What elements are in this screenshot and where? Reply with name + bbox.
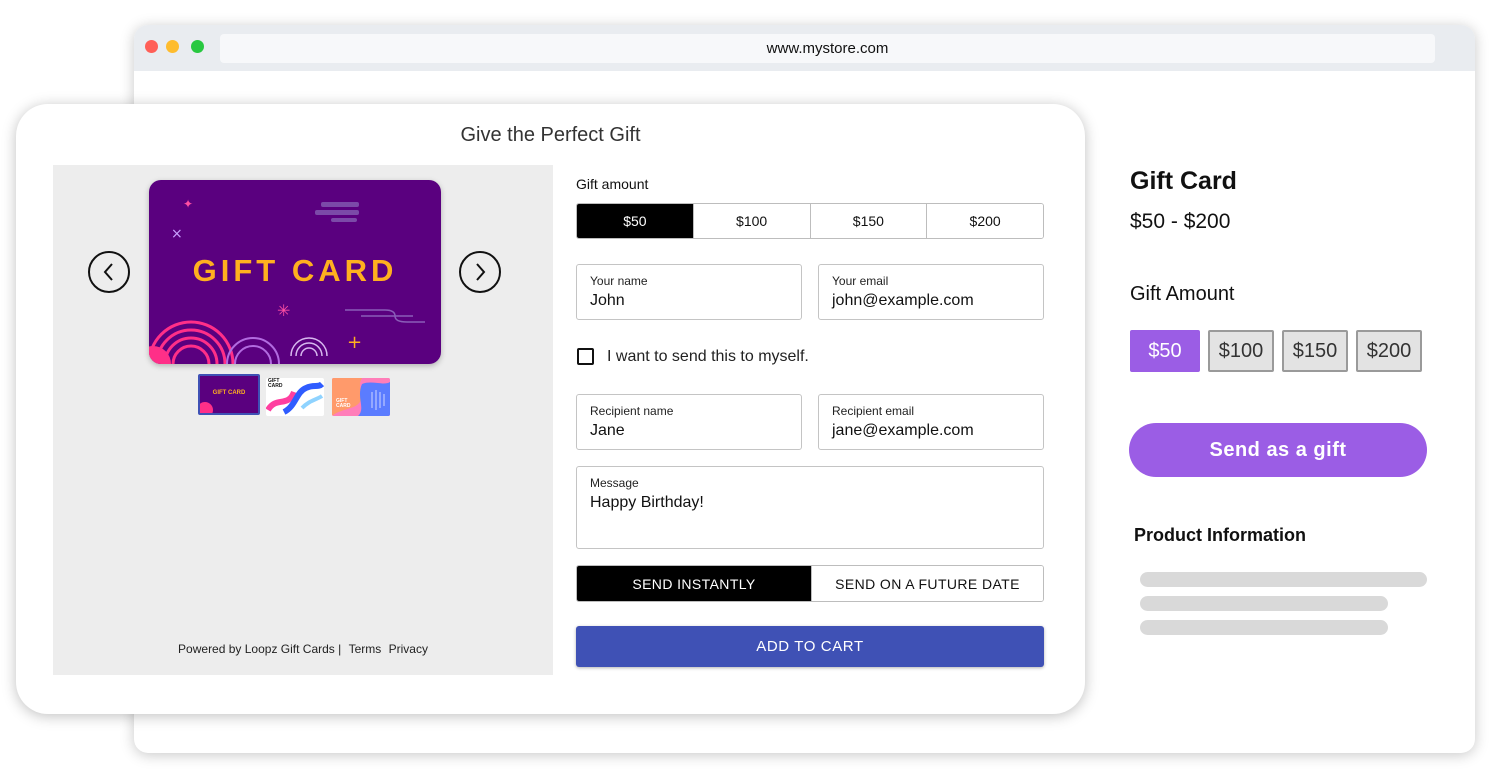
thumbnail-image [266, 381, 324, 415]
thumbnail-wave-design[interactable]: GIFT CARD [266, 378, 324, 416]
your-email-value: john@example.com [832, 292, 974, 309]
thumbnail-image: GIFT CARD [200, 379, 255, 413]
your-name-label: Your name [590, 274, 648, 288]
placeholder-line [1140, 572, 1427, 587]
delivery-time-selector: SEND INSTANTLY SEND ON A FUTURE DATE [576, 565, 1044, 602]
browser-toolbar: www.mystore.com [134, 25, 1475, 71]
product-price-range: $50 - $200 [1130, 210, 1231, 233]
close-window-icon[interactable] [145, 40, 158, 53]
gift-card-label: GIFT CARD [192, 253, 398, 288]
placeholder-line [1140, 620, 1388, 635]
previous-design-button[interactable] [88, 251, 130, 293]
thumbnail-colorful-design[interactable]: GIFT CARD [332, 378, 390, 416]
gift-amount-heading: Gift Amount [1130, 283, 1235, 305]
thumbnail-image [332, 378, 390, 416]
product-title: Gift Card [1130, 167, 1237, 195]
recipient-name-value: Jane [590, 422, 625, 439]
gift-card-widget: Give the Perfect Gift ✦ × ✳ + GIFT CARD … [16, 104, 1085, 714]
thumbnail-label: GIFT CARD [336, 398, 351, 409]
amount-tab-200[interactable]: $200 [926, 204, 1043, 238]
thumbnail-purple-design[interactable]: GIFT CARD [198, 374, 260, 415]
send-future-date-option[interactable]: SEND ON A FUTURE DATE [811, 566, 1043, 601]
message-label: Message [590, 476, 639, 490]
amount-option-50[interactable]: $50 [1130, 330, 1200, 372]
add-to-cart-button[interactable]: ADD TO CART [576, 626, 1044, 667]
gift-amount-options: $50 $100 $150 $200 [1130, 330, 1422, 372]
amount-option-200[interactable]: $200 [1356, 330, 1422, 372]
gift-amount-selector: $50 $100 $150 $200 [576, 203, 1044, 239]
message-value: Happy Birthday! [590, 494, 704, 511]
card-preview-panel: ✦ × ✳ + GIFT CARD GIFT CARD GIFT CARD GI… [53, 165, 553, 675]
thumbnail-decoration [200, 402, 213, 413]
send-as-gift-button[interactable]: Send as a gift [1129, 423, 1427, 477]
footer-links: Powered by Loopz Gift Cards | Terms Priv… [53, 642, 553, 656]
recipient-name-label: Recipient name [590, 404, 674, 418]
amount-option-150[interactable]: $150 [1282, 330, 1348, 372]
your-name-value: John [590, 292, 625, 309]
gift-amount-label: Gift amount [576, 176, 649, 192]
recipient-email-label: Recipient email [832, 404, 915, 418]
send-to-myself-label[interactable]: I want to send this to myself. [607, 348, 809, 366]
message-textarea[interactable]: Message Happy Birthday! [576, 466, 1044, 549]
powered-by-text: Powered by Loopz Gift Cards | [178, 642, 342, 656]
svg-text:✳: ✳ [277, 301, 290, 320]
your-email-label: Your email [832, 274, 889, 288]
your-email-field[interactable]: Your email john@example.com [818, 264, 1044, 320]
next-design-button[interactable] [459, 251, 501, 293]
product-information-heading: Product Information [1134, 525, 1306, 545]
maximize-window-icon[interactable] [191, 40, 204, 53]
placeholder-line [1140, 596, 1388, 611]
your-name-field[interactable]: Your name John [576, 264, 802, 320]
minimize-window-icon[interactable] [166, 40, 179, 53]
send-instantly-option[interactable]: SEND INSTANTLY [577, 566, 811, 601]
address-bar[interactable]: www.mystore.com [220, 34, 1435, 63]
svg-text:✦: ✦ [183, 197, 193, 211]
terms-link[interactable]: Terms [349, 642, 382, 656]
widget-title: Give the Perfect Gift [460, 124, 641, 146]
gift-card-image: ✦ × ✳ + GIFT CARD [149, 180, 441, 364]
send-to-myself-checkbox[interactable] [577, 348, 594, 365]
privacy-link[interactable]: Privacy [389, 642, 428, 656]
amount-tab-100[interactable]: $100 [692, 204, 810, 238]
chevron-right-icon [476, 263, 486, 281]
svg-text:×: × [171, 226, 183, 242]
thumbnail-label: GIFT CARD [212, 390, 246, 396]
amount-tab-150[interactable]: $150 [809, 204, 927, 238]
recipient-name-field[interactable]: Recipient name Jane [576, 394, 802, 450]
recipient-email-value: jane@example.com [832, 422, 974, 439]
chevron-left-icon [103, 263, 113, 281]
amount-tab-50[interactable]: $50 [577, 204, 693, 238]
svg-text:+: + [347, 332, 362, 353]
amount-option-100[interactable]: $100 [1208, 330, 1274, 372]
recipient-email-field[interactable]: Recipient email jane@example.com [818, 394, 1044, 450]
